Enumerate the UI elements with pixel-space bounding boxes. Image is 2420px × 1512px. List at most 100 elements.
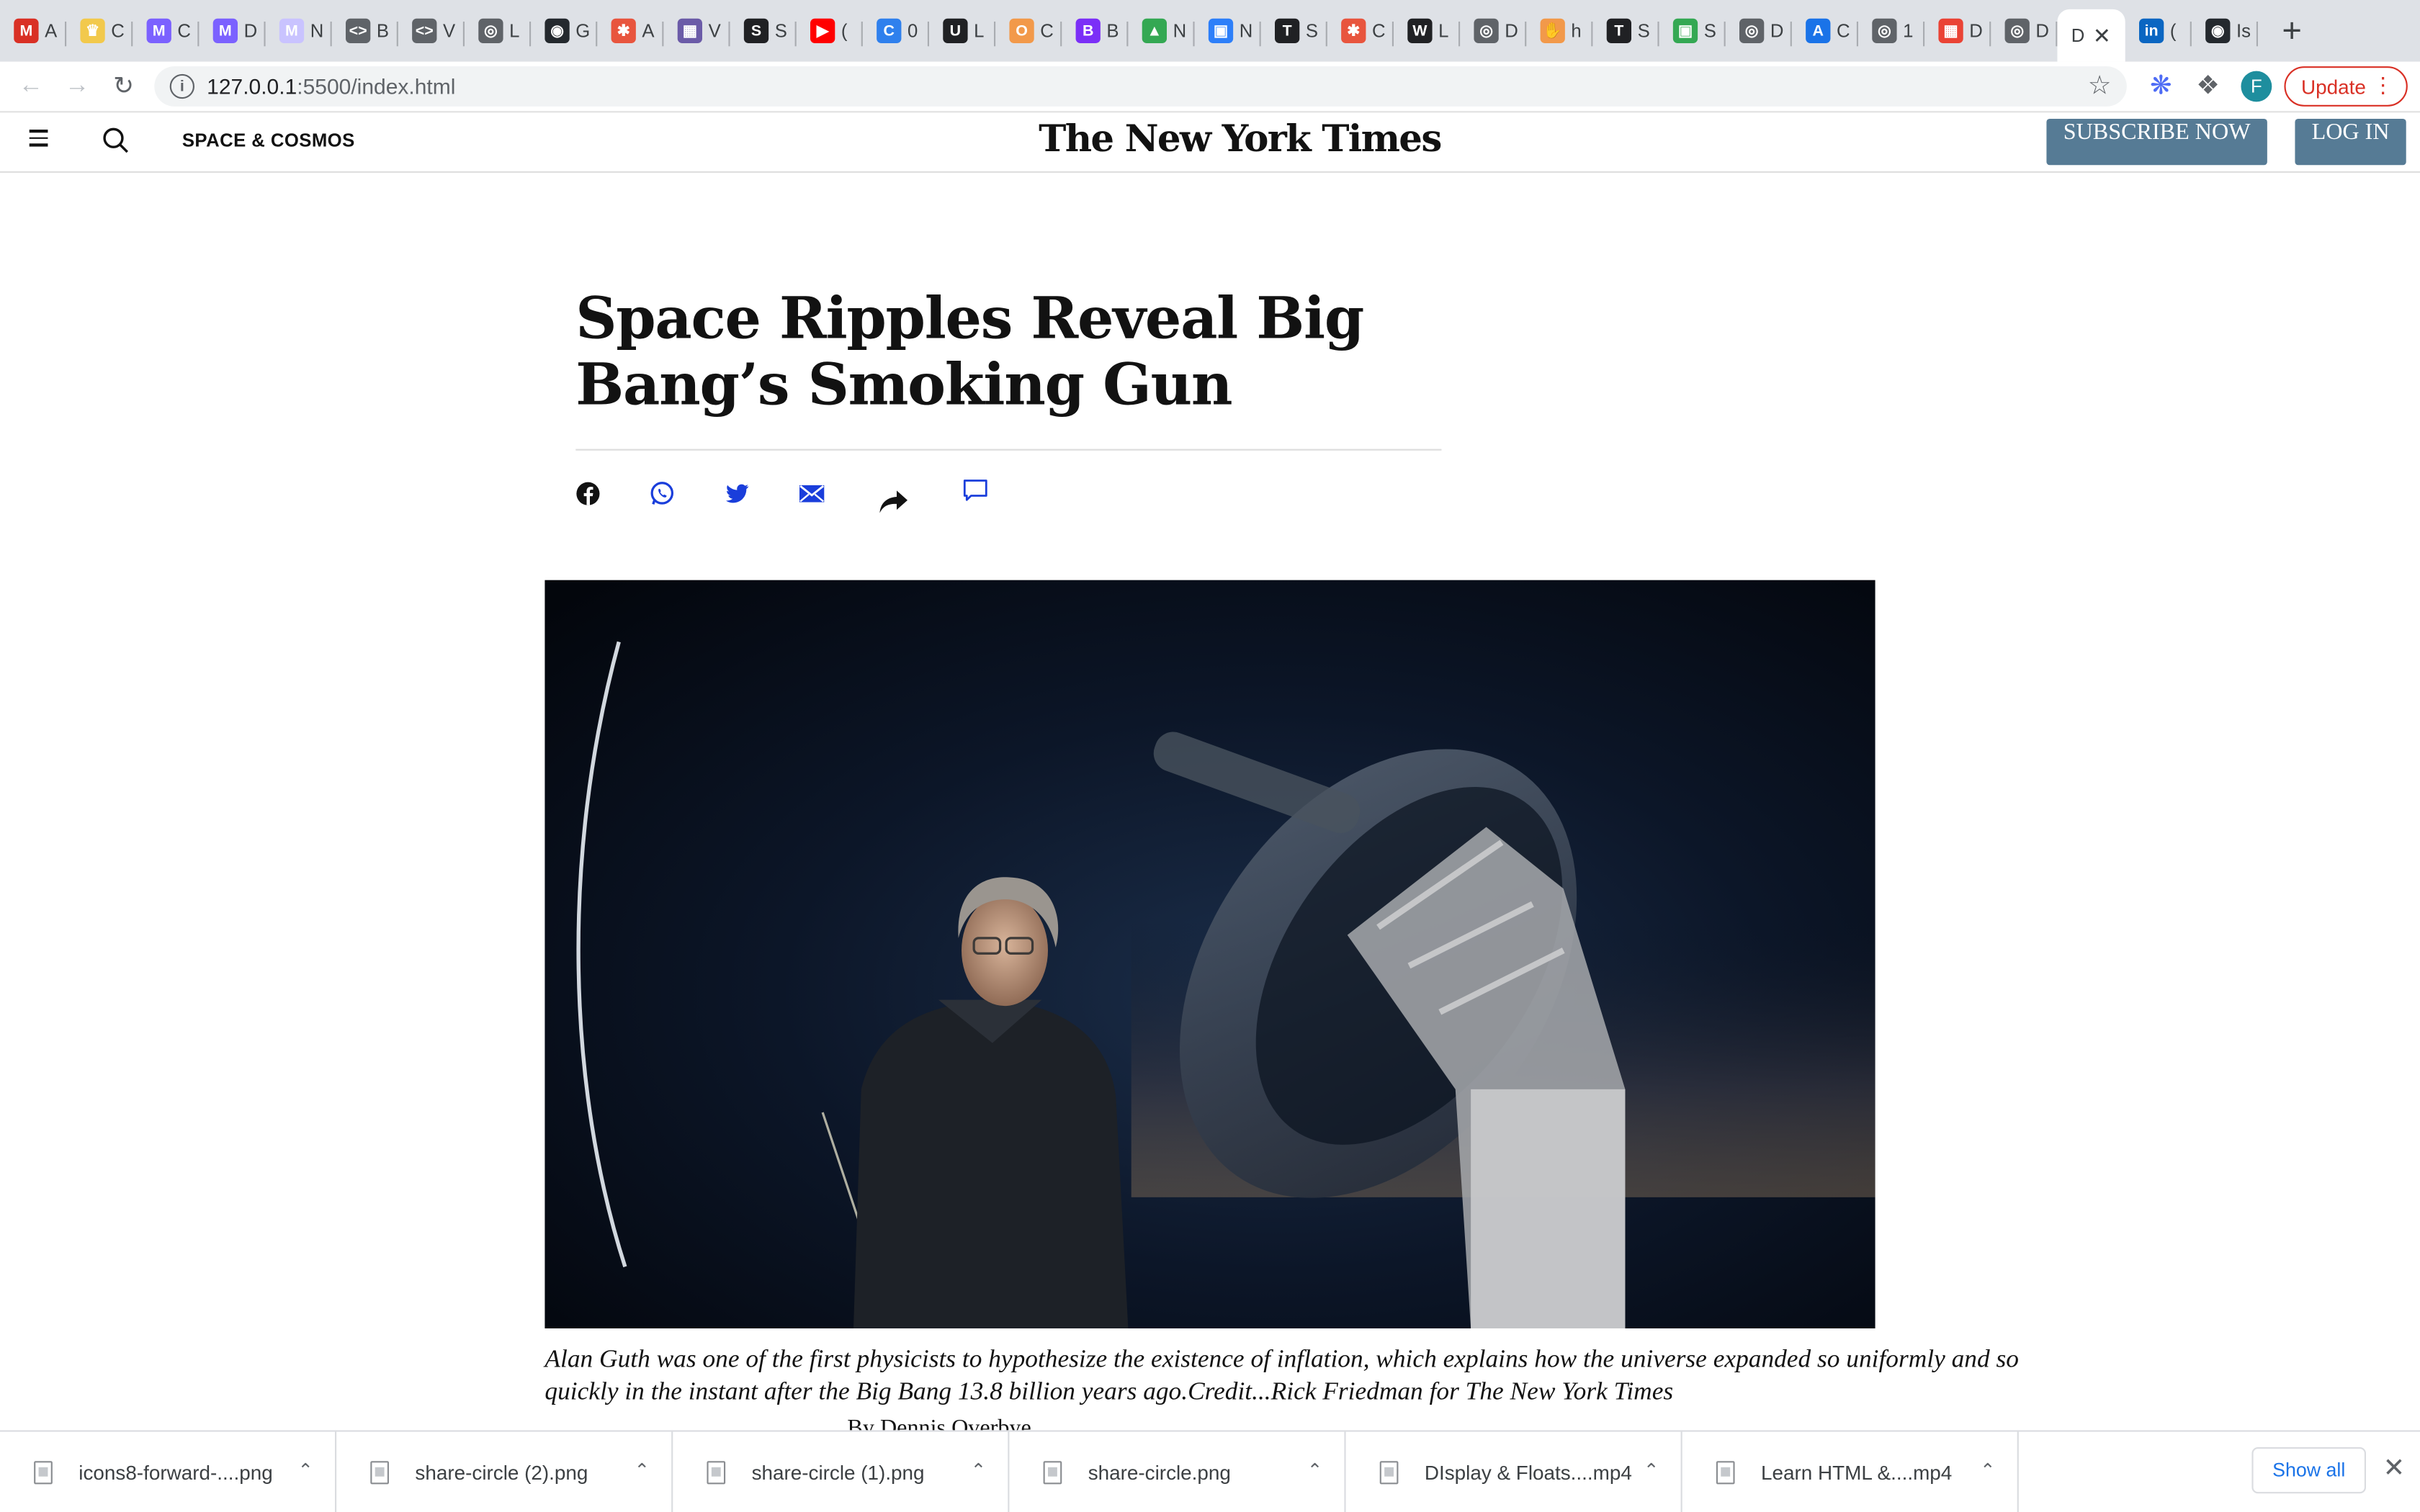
download-item[interactable]: DIsplay & Floats....mp4 ⌃	[1346, 1431, 1682, 1512]
browser-tab[interactable]: ◎ D	[1726, 0, 1792, 62]
headline-divider	[575, 449, 1442, 451]
browser-tab[interactable]: MC	[133, 0, 200, 62]
browser-tab[interactable]: WL	[1394, 0, 1461, 62]
download-filename: DIsplay & Floats....mp4	[1424, 1461, 1632, 1485]
twitter-icon[interactable]	[724, 480, 752, 508]
browser-tab[interactable]: ▦ D	[1924, 0, 1991, 62]
browser-tab-strip: M A ♛ C M C M D M N <> B <> V ◎ L ◉ G ✱ A ▦ V S S ▶(C 0 U L O C B B ▲ N ▣ N…	[0, 0, 2420, 62]
tab-favicon-icon: ◎	[1872, 18, 1897, 43]
chevron-up-icon[interactable]: ⌃	[635, 1459, 650, 1481]
bookmark-star-icon[interactable]: ☆	[2088, 71, 2112, 102]
comment-icon[interactable]	[962, 477, 990, 505]
tab-title: A	[45, 19, 58, 42]
share-icon[interactable]	[877, 487, 910, 516]
profile-avatar[interactable]: F	[2241, 71, 2272, 102]
tab-favicon-icon: W	[1407, 18, 1433, 43]
search-icon[interactable]	[102, 127, 130, 162]
puzzle-icon[interactable]: ❖	[2196, 71, 2220, 102]
browser-tab[interactable]: ✱ C	[1327, 0, 1394, 62]
file-icon	[34, 1461, 53, 1485]
chevron-up-icon[interactable]: ⌃	[1644, 1459, 1659, 1481]
browser-tab[interactable]: C0	[863, 0, 929, 62]
file-icon	[1716, 1461, 1735, 1485]
reload-icon[interactable]: ↻	[100, 71, 146, 102]
address-bar[interactable]: i 127.0.0.1:5500/index.html ☆	[154, 66, 2127, 107]
browser-tab[interactable]: ✱ A	[597, 0, 664, 62]
download-item[interactable]: share-circle (2).png ⌃	[336, 1431, 673, 1512]
back-icon[interactable]: ←	[8, 73, 54, 101]
login-button[interactable]: LOG IN	[2295, 119, 2406, 166]
email-icon[interactable]	[798, 480, 826, 508]
browser-tab[interactable]: ▣ S	[1659, 0, 1726, 62]
tab-favicon-icon: ◎	[2004, 18, 2030, 43]
facebook-icon[interactable]	[574, 480, 602, 508]
forward-icon[interactable]: →	[54, 73, 100, 101]
tab-favicon-icon: M	[146, 18, 171, 43]
download-item[interactable]: icons8-forward-....png ⌃	[0, 1431, 337, 1512]
browser-tab[interactable]: ◎ D	[1991, 0, 2058, 62]
browser-tab[interactable]: ▣ N	[1195, 0, 1261, 62]
chevron-up-icon[interactable]: ⌃	[1307, 1459, 1323, 1481]
file-icon	[1043, 1461, 1062, 1485]
tab-title: S	[774, 19, 787, 42]
browser-tab[interactable]: AC	[1792, 0, 1858, 62]
browser-tab[interactable]: UL	[929, 0, 996, 62]
file-icon	[707, 1461, 726, 1485]
new-tab-button[interactable]: +	[2267, 0, 2317, 62]
browser-tab[interactable]: ◎ L	[465, 0, 532, 62]
browser-tab[interactable]: D ✕	[2057, 9, 2125, 62]
download-item[interactable]: Learn HTML &....mp4 ⌃	[1682, 1431, 2019, 1512]
browser-tab[interactable]: SS	[730, 0, 797, 62]
show-all-button[interactable]: Show all	[2251, 1446, 2366, 1494]
subscribe-button[interactable]: SUBSCRIBE NOW	[2046, 119, 2267, 166]
whatsapp-icon[interactable]	[648, 480, 676, 508]
browser-tab[interactable]: ◎ 1	[1858, 0, 1925, 62]
browser-tab[interactable]: OC	[995, 0, 1062, 62]
nyt-logo[interactable]: The New York Times	[1039, 116, 1442, 161]
tab-favicon-icon: ◎	[1739, 18, 1765, 43]
tab-title: C	[111, 19, 125, 42]
browser-tab[interactable]: ✋ h	[1526, 0, 1593, 62]
browser-tab[interactable]: TS	[1261, 0, 1327, 62]
web-page: SPACE & COSMOS The New York Times SUBSCR…	[0, 112, 2420, 1431]
download-filename: share-circle (2).png	[415, 1461, 588, 1485]
browser-tab[interactable]: ▶(	[797, 0, 863, 62]
tab-title: S	[1305, 19, 1319, 42]
site-info-icon[interactable]: i	[169, 73, 194, 99]
browser-tab[interactable]: BB	[1062, 0, 1129, 62]
browser-tab[interactable]: ◉ G	[531, 0, 598, 62]
download-item[interactable]: share-circle.png ⌃	[1009, 1431, 1346, 1512]
section-label[interactable]: SPACE & COSMOS	[182, 130, 355, 151]
close-icon[interactable]: ✕	[2383, 1454, 2406, 1485]
tab-favicon-icon: <>	[346, 18, 371, 43]
browser-tab[interactable]: <> B	[332, 0, 398, 62]
article-headline: Space Ripples Reveal Big Bang’s Smoking …	[575, 284, 1364, 418]
tab-title: 1	[1903, 19, 1914, 42]
chevron-up-icon[interactable]: ⌃	[971, 1459, 987, 1481]
tab-favicon-icon: in	[2139, 18, 2164, 43]
browser-tab[interactable]: MN	[266, 0, 332, 62]
browser-tab[interactable]: ◉ Is	[2192, 0, 2258, 62]
browser-tab[interactable]: MD	[199, 0, 266, 62]
browser-tab[interactable]: TS	[1592, 0, 1659, 62]
browser-tab[interactable]: ♛ C	[66, 0, 133, 62]
tab-favicon-icon: T	[1275, 18, 1300, 43]
browser-tab[interactable]: ▲ N	[1128, 0, 1195, 62]
tab-title: B	[376, 19, 390, 42]
tab-close-icon[interactable]: ✕	[2093, 22, 2111, 48]
browser-tab[interactable]: in(	[2125, 0, 2192, 62]
update-button[interactable]: Update ⋮	[2284, 66, 2408, 107]
chevron-up-icon[interactable]: ⌃	[297, 1459, 313, 1481]
browser-tab[interactable]: MA	[0, 0, 67, 62]
browser-tab[interactable]: ▦ V	[663, 0, 730, 62]
tab-favicon-icon: ◎	[1474, 18, 1499, 43]
tab-title: D	[2071, 24, 2085, 47]
browser-tab[interactable]: <> V	[398, 0, 465, 62]
tab-title: D	[2035, 19, 2050, 42]
hamburger-menu-icon[interactable]	[29, 130, 48, 151]
browser-tab[interactable]: ◎ D	[1460, 0, 1527, 62]
tab-title: V	[708, 19, 721, 42]
extension-icon[interactable]: ❋	[2150, 71, 2172, 102]
chevron-up-icon[interactable]: ⌃	[1980, 1459, 1996, 1481]
download-item[interactable]: share-circle (1).png ⌃	[673, 1431, 1010, 1512]
